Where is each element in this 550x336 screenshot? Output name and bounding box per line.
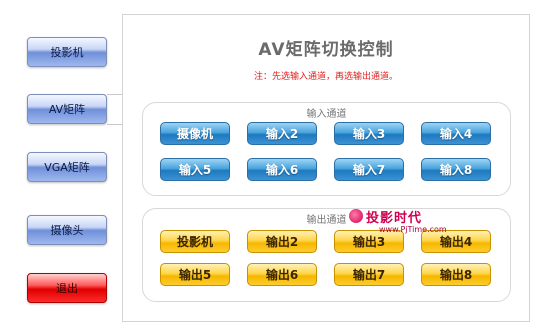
nav-exit-button[interactable]: 退出 [27, 273, 107, 303]
output-channel-group: 输出通道 投影机 输出2 输出3 输出4 输出5 输出6 输出7 输出8 [142, 208, 511, 302]
nav-av-matrix-button[interactable]: AV矩阵 [27, 94, 107, 124]
input-2-button[interactable]: 输入2 [247, 122, 317, 145]
input-8-button[interactable]: 输入8 [421, 158, 491, 181]
active-nav-connector-lower [107, 124, 122, 125]
input-7-button[interactable]: 输入7 [334, 158, 404, 181]
output-4-button[interactable]: 输出4 [421, 230, 491, 253]
input-3-button[interactable]: 输入3 [334, 122, 404, 145]
input-5-button[interactable]: 输入5 [160, 158, 230, 181]
input-6-button[interactable]: 输入6 [247, 158, 317, 181]
output-7-button[interactable]: 输出7 [334, 263, 404, 286]
input-4-button[interactable]: 输入4 [421, 122, 491, 145]
instruction-notice: 注：先选输入通道，再选输出通道。 [253, 72, 398, 82]
active-nav-connector [107, 94, 122, 95]
output-5-button[interactable]: 输出5 [160, 263, 230, 286]
nav-vga-matrix-button[interactable]: VGA矩阵 [27, 152, 107, 182]
input-camera-button[interactable]: 摄像机 [160, 122, 230, 145]
nav-projector-button[interactable]: 投影机 [27, 37, 107, 67]
output-3-button[interactable]: 输出3 [334, 230, 404, 253]
av-matrix-control-panel: AV矩阵切换控制 注：先选输入通道，再选输出通道。 输入通道 摄像机 输入2 输… [122, 14, 530, 322]
output-group-label: 输出通道 [306, 215, 347, 226]
page-title: AV矩阵切换控制 [258, 40, 394, 60]
input-channel-group: 输入通道 摄像机 输入2 输入3 输入4 输入5 输入6 输入7 输入8 [142, 102, 511, 196]
output-6-button[interactable]: 输出6 [247, 263, 317, 286]
input-group-label: 输入通道 [306, 109, 347, 120]
output-8-button[interactable]: 输出8 [421, 263, 491, 286]
output-projector-button[interactable]: 投影机 [160, 230, 230, 253]
output-2-button[interactable]: 输出2 [247, 230, 317, 253]
nav-camera-button[interactable]: 摄像头 [27, 215, 107, 245]
